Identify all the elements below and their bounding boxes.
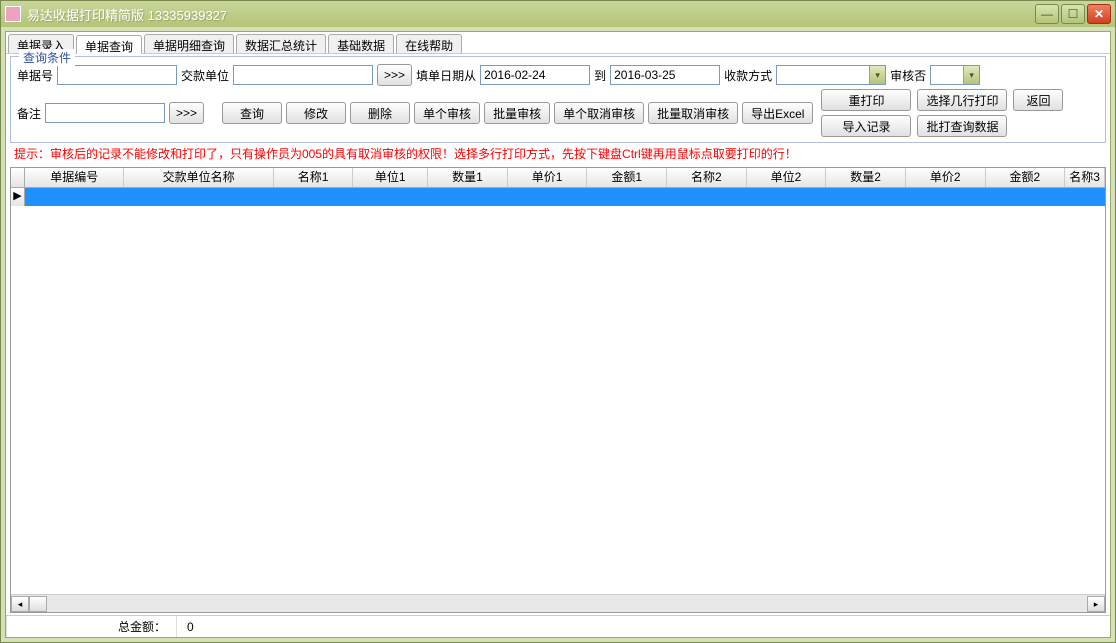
row-selector-header bbox=[11, 168, 25, 187]
date-from-input[interactable] bbox=[480, 65, 590, 85]
grid-body[interactable]: ▶ bbox=[11, 188, 1105, 594]
scroll-left-icon[interactable]: ◂ bbox=[11, 596, 29, 612]
batch-print-query-button[interactable]: 批打查询数据 bbox=[917, 115, 1007, 137]
column-header[interactable]: 金额1 bbox=[587, 168, 667, 187]
import-button[interactable]: 导入记录 bbox=[821, 115, 911, 137]
close-button[interactable]: ✕ bbox=[1087, 4, 1111, 24]
column-header[interactable]: 单据编号 bbox=[25, 168, 125, 187]
export-button[interactable]: 导出Excel bbox=[742, 102, 813, 124]
audit-flag-select[interactable]: ▾ bbox=[930, 65, 980, 85]
status-bar: 总金额： 0 bbox=[6, 615, 1110, 637]
scroll-right-icon[interactable]: ▸ bbox=[1087, 596, 1105, 612]
column-header[interactable]: 单位2 bbox=[747, 168, 827, 187]
remark-lookup-button[interactable]: >>> bbox=[169, 102, 204, 124]
back-button[interactable]: 返回 bbox=[1013, 89, 1063, 111]
reprint-button[interactable]: 重打印 bbox=[821, 89, 911, 111]
horizontal-scrollbar[interactable]: ◂ ▸ bbox=[11, 594, 1105, 612]
column-header[interactable]: 名称3 bbox=[1065, 168, 1105, 187]
pay-method-select[interactable]: ▾ bbox=[776, 65, 886, 85]
cancel-one-button[interactable]: 单个取消审核 bbox=[554, 102, 644, 124]
payer-input[interactable] bbox=[233, 65, 373, 85]
grid-header: 单据编号交款单位名称名称1单位1数量1单价1金额1名称2单位2数量2单价2金额2… bbox=[11, 168, 1105, 188]
tab-1[interactable]: 单据查询 bbox=[76, 35, 142, 54]
data-grid: 单据编号交款单位名称名称1单位1数量1单价1金额1名称2单位2数量2单价2金额2… bbox=[10, 167, 1106, 613]
remark-label: 备注 bbox=[17, 105, 41, 122]
date-from-label: 填单日期从 bbox=[416, 67, 476, 84]
column-header[interactable]: 交款单位名称 bbox=[124, 168, 273, 187]
table-row[interactable]: ▶ bbox=[11, 188, 1105, 206]
payer-lookup-button[interactable]: >>> bbox=[377, 64, 412, 86]
tab-2[interactable]: 单据明细查询 bbox=[144, 34, 234, 53]
doc-no-label: 单据号 bbox=[17, 67, 53, 84]
column-header[interactable]: 名称1 bbox=[274, 168, 354, 187]
audit-one-button[interactable]: 单个审核 bbox=[414, 102, 480, 124]
app-window: 易达收据打印精简版 13335939327 — ☐ ✕ 单据录入单据查询单据明细… bbox=[0, 0, 1116, 643]
pay-method-label: 收款方式 bbox=[724, 67, 772, 84]
tab-bar: 单据录入单据查询单据明细查询数据汇总统计基础数据在线帮助 bbox=[6, 32, 1110, 54]
column-header[interactable]: 数量1 bbox=[428, 168, 508, 187]
audit-flag-label: 审核否 bbox=[890, 67, 926, 84]
date-to-input[interactable] bbox=[610, 65, 720, 85]
doc-no-input[interactable] bbox=[57, 65, 177, 85]
column-header[interactable]: 名称2 bbox=[667, 168, 747, 187]
app-icon bbox=[5, 6, 21, 22]
maximize-button[interactable]: ☐ bbox=[1061, 4, 1085, 24]
window-title: 易达收据打印精简版 13335939327 bbox=[27, 5, 1035, 24]
title-bar: 易达收据打印精简版 13335939327 — ☐ ✕ bbox=[1, 1, 1115, 27]
select-lines-print-button[interactable]: 选择几行打印 bbox=[917, 89, 1007, 111]
hint-text: 提示：审核后的记录不能修改和打印了，只有操作员为005的具有取消审核的权限！选择… bbox=[6, 145, 1110, 165]
query-fieldset: 查询条件 单据号 交款单位 >>> 填单日期从 到 收款方式 ▾ 审核否 bbox=[10, 56, 1106, 143]
total-value: 0 bbox=[176, 616, 296, 637]
query-button[interactable]: 查询 bbox=[222, 102, 282, 124]
tab-4[interactable]: 基础数据 bbox=[328, 34, 394, 53]
tab-5[interactable]: 在线帮助 bbox=[396, 34, 462, 53]
column-header[interactable]: 数量2 bbox=[826, 168, 906, 187]
tab-3[interactable]: 数据汇总统计 bbox=[236, 34, 326, 53]
modify-button[interactable]: 修改 bbox=[286, 102, 346, 124]
row-indicator-icon: ▶ bbox=[11, 188, 25, 206]
date-to-label: 到 bbox=[594, 67, 606, 84]
fieldset-legend: 查询条件 bbox=[19, 49, 75, 66]
scroll-thumb[interactable] bbox=[29, 596, 47, 612]
chevron-down-icon[interactable]: ▾ bbox=[869, 66, 885, 84]
total-label: 总金额： bbox=[6, 616, 176, 637]
column-header[interactable]: 单价1 bbox=[508, 168, 588, 187]
audit-batch-button[interactable]: 批量审核 bbox=[484, 102, 550, 124]
remark-input[interactable] bbox=[45, 103, 165, 123]
column-header[interactable]: 金额2 bbox=[986, 168, 1066, 187]
delete-button[interactable]: 删除 bbox=[350, 102, 410, 124]
column-header[interactable]: 单价2 bbox=[906, 168, 986, 187]
chevron-down-icon[interactable]: ▾ bbox=[963, 66, 979, 84]
payer-label: 交款单位 bbox=[181, 67, 229, 84]
minimize-button[interactable]: — bbox=[1035, 4, 1059, 24]
column-header[interactable]: 单位1 bbox=[353, 168, 428, 187]
cancel-batch-button[interactable]: 批量取消审核 bbox=[648, 102, 738, 124]
